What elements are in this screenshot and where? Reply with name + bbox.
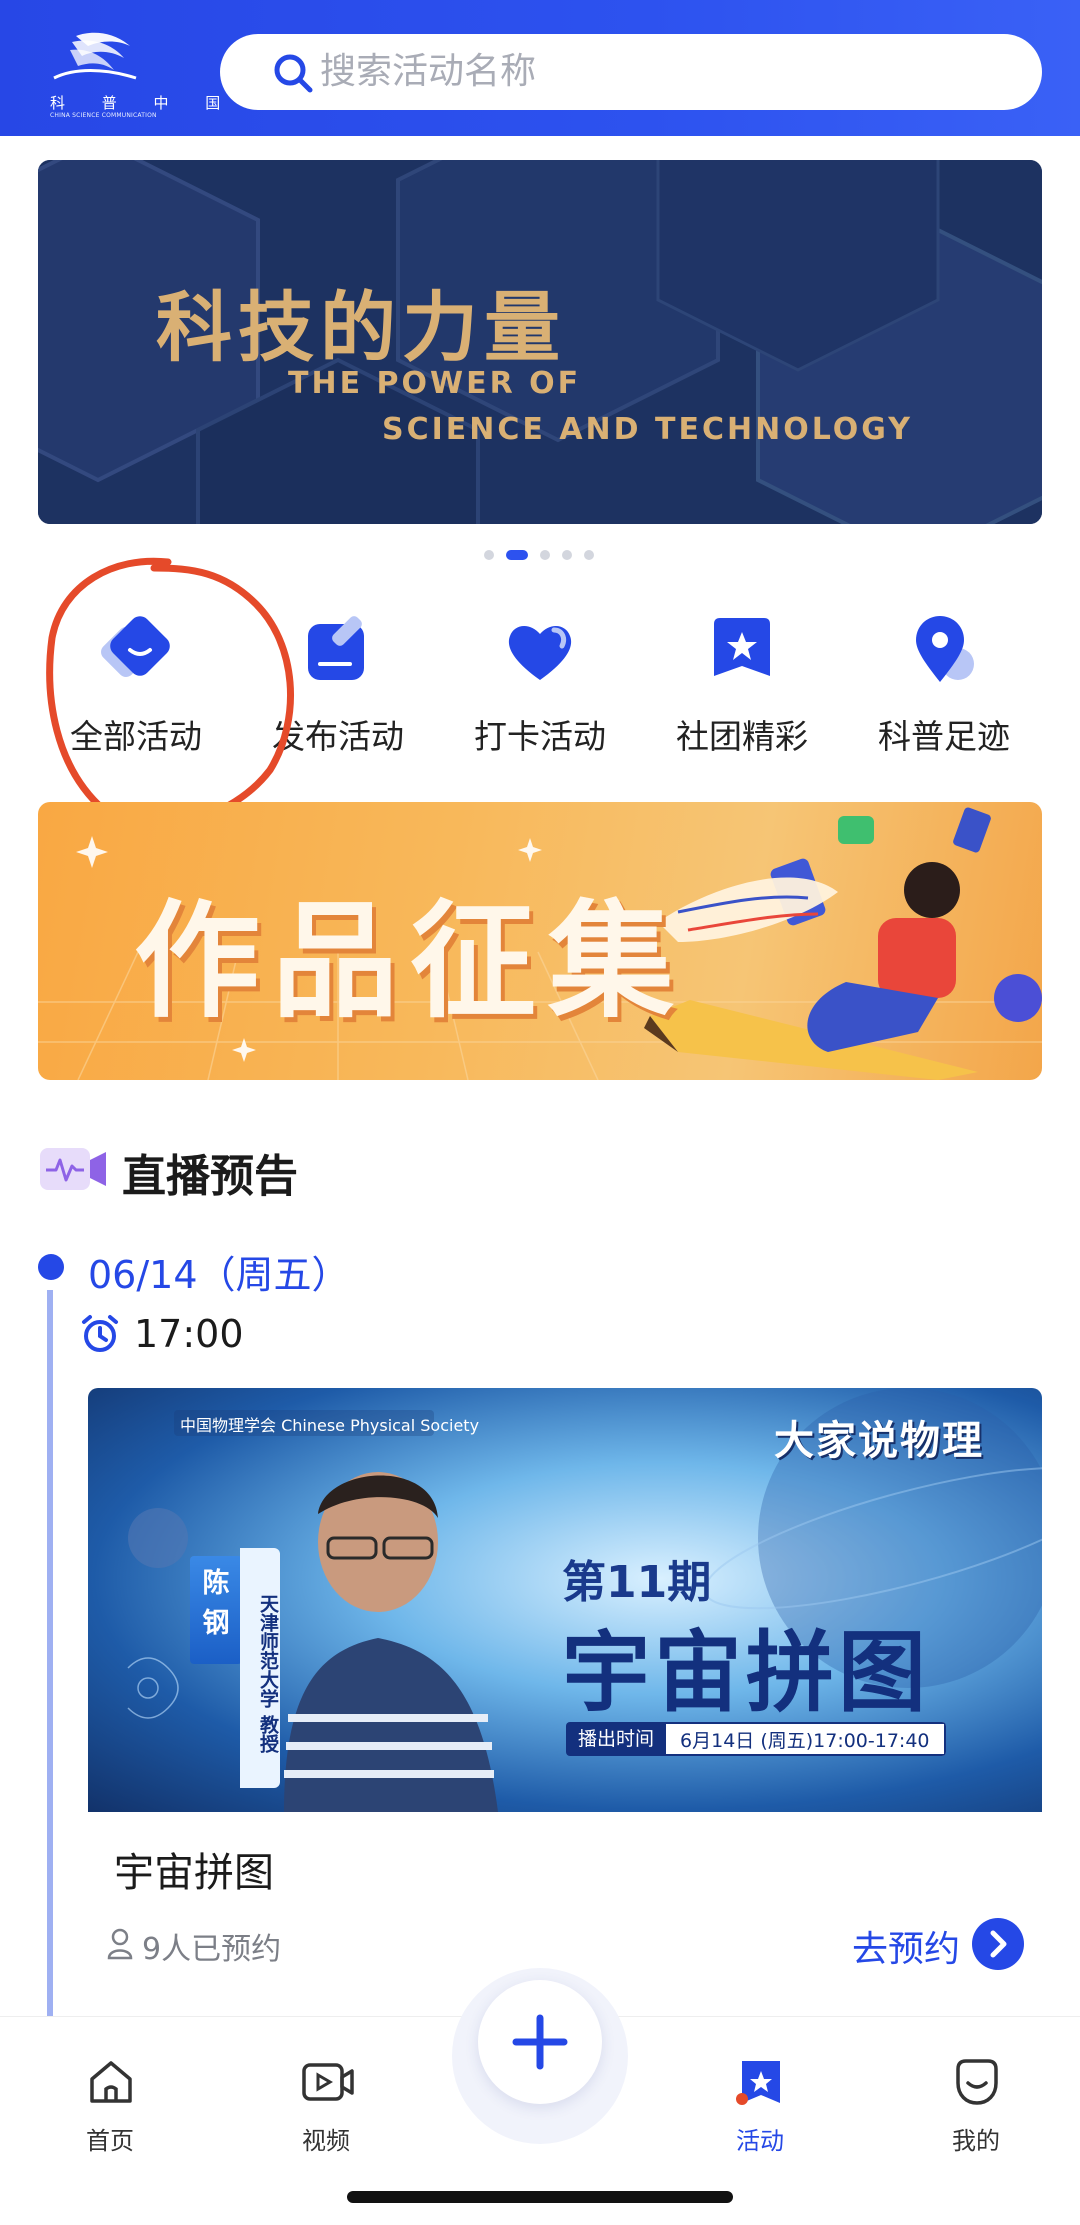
entry-all-activities[interactable]: 全部活动 [46, 610, 226, 760]
top-banner[interactable]: 科技的力量 THE POWER OF SCIENCE AND TECHNOLOG… [38, 160, 1042, 524]
live-card-title[interactable]: 宇宙拼图 [114, 1840, 274, 1898]
cover-issue: 第11期 [562, 1557, 712, 1608]
carousel-dot[interactable] [584, 550, 594, 560]
cover-brand: 大家说物理 [774, 1418, 984, 1464]
entry-label: 科普足迹 [878, 717, 1010, 756]
entry-checkin-activity[interactable]: 打卡活动 [450, 610, 630, 760]
entry-publish-activity[interactable]: 发布活动 [248, 610, 428, 760]
entry-science-footprint[interactable]: 科普足迹 [854, 610, 1034, 760]
banner-title: 科技的力量 [156, 283, 566, 372]
video-icon [300, 2055, 354, 2109]
club-star-icon [702, 610, 782, 690]
cover-air-time-label: 播出时间 [566, 1722, 667, 1756]
home-icon [84, 2055, 138, 2109]
person-icon [106, 1928, 134, 1960]
nav-activity[interactable]: 活动 [700, 2039, 820, 2155]
nav-label: 视频 [302, 2127, 350, 2155]
entry-club-highlights[interactable]: 社团精彩 [652, 610, 832, 760]
all-activities-icon [96, 610, 176, 690]
reserved-count: 9人已预约 [142, 1932, 282, 1967]
timeline-line [47, 1290, 53, 2020]
nav-profile[interactable]: 我的 [916, 2039, 1036, 2155]
nav-home[interactable]: 首页 [50, 2039, 170, 2155]
section-title: 直播预告 [122, 1151, 298, 1202]
entry-label: 社团精彩 [676, 717, 808, 756]
live-cover-image[interactable]: 中国物理学会 Chinese Physical Society 大家说物理 陈钢… [88, 1388, 1042, 1812]
carousel-dot-active[interactable] [506, 550, 528, 560]
cover-air-time-value: 6月14日 (周五)17:00-17:40 [666, 1722, 946, 1756]
nav-video[interactable]: 视频 [266, 2039, 386, 2155]
live-time: 17:00 [134, 1312, 244, 1356]
entry-label: 打卡活动 [474, 717, 606, 756]
publish-activity-icon [298, 610, 378, 690]
cover-title: 宇宙拼图 [562, 1621, 931, 1724]
alarm-clock-icon [80, 1314, 120, 1354]
live-date: 06/14（周五） [88, 1253, 350, 1297]
carousel-indicator [484, 550, 594, 560]
search-bar[interactable]: 搜索活动名称 [220, 34, 1042, 110]
banner-subtitle-2: SCIENCE AND TECHNOLOGY [382, 412, 913, 447]
cover-air-time: 播出时间 6月14日 (周五)17:00-17:40 [566, 1722, 946, 1756]
plus-icon [512, 2014, 568, 2070]
nav-label: 首页 [86, 2127, 134, 2155]
chevron-right-icon[interactable] [972, 1918, 1024, 1970]
cover-org: 中国物理学会 Chinese Physical Society [180, 1416, 480, 1435]
add-button[interactable] [478, 1980, 602, 2104]
profile-icon [950, 2055, 1004, 2109]
live-camera-icon [38, 1144, 108, 1194]
kepu-china-logo: 科 普 中 国 CHINA SCIENCE COMMUNICATION [44, 28, 220, 120]
activity-icon [734, 2055, 788, 2109]
nav-label: 我的 [952, 2127, 1000, 2155]
timeline-dot [38, 1254, 64, 1280]
quick-entries: 全部活动 发布活动 打卡活动 社团精彩 科普足迹 [0, 610, 1080, 760]
nav-label: 活动 [736, 2127, 784, 2155]
banner-subtitle-1: THE POWER OF [288, 366, 582, 401]
header: 科 普 中 国 CHINA SCIENCE COMMUNICATION 搜索活动… [0, 0, 1080, 136]
search-icon [272, 52, 314, 94]
logo-en-text: CHINA SCIENCE COMMUNICATION [50, 112, 157, 119]
cover-speaker-affiliation: 天津师范大学 教授 [240, 1548, 280, 1788]
checkin-heart-icon [500, 610, 580, 690]
reserve-link[interactable]: 去预约 [852, 1920, 960, 1972]
location-pin-icon [904, 610, 984, 690]
carousel-dot[interactable] [562, 550, 572, 560]
entry-label: 全部活动 [70, 717, 202, 756]
promo-banner[interactable]: 作品征集 [38, 802, 1042, 1080]
app-screen: 科 普 中 国 CHINA SCIENCE COMMUNICATION 搜索活动… [0, 0, 1080, 2225]
search-input[interactable]: 搜索活动名称 [320, 52, 536, 92]
home-indicator[interactable] [347, 2191, 733, 2203]
cover-speaker-name: 陈钢 [190, 1556, 242, 1664]
logo-cn-text: 科 普 中 国 [50, 94, 237, 112]
carousel-dot[interactable] [540, 550, 550, 560]
promo-title: 作品征集 [134, 887, 686, 1035]
carousel-dot[interactable] [484, 550, 494, 560]
entry-label: 发布活动 [272, 717, 404, 756]
